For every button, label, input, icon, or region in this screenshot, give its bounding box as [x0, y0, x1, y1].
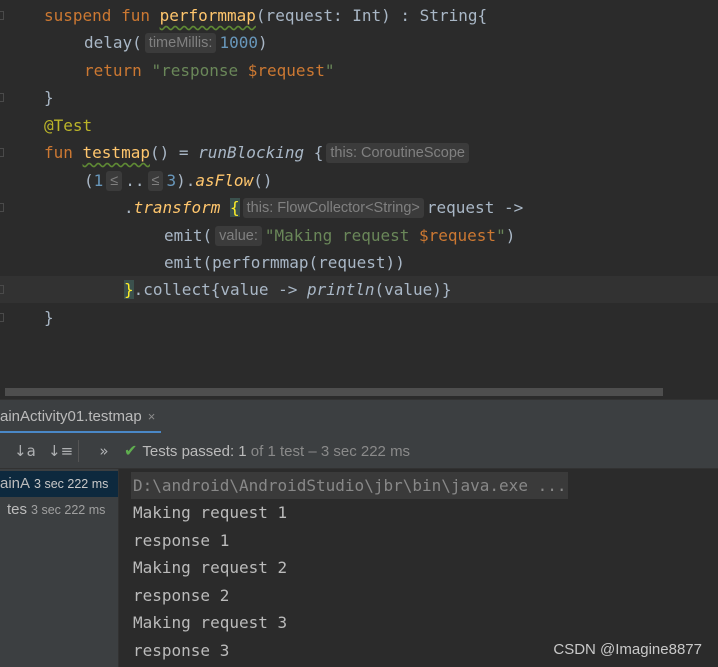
code-line-11-current: }.collect{value -> println(value)} [0, 276, 718, 303]
console-line: Making request 3 [133, 613, 288, 632]
code-line-3: return "response $request" [0, 57, 718, 84]
sort-by-duration-icon[interactable]: ↓≡ [48, 441, 73, 461]
code-text: } [44, 308, 54, 327]
tab-testmap[interactable]: ainActivity01.testmap × [0, 400, 162, 434]
code-line-7: (1 ≤.. ≤3).asFlow() [0, 167, 718, 194]
console-line: Making request 1 [133, 503, 288, 522]
test-duration: 3 sec 222 ms [31, 503, 106, 517]
code-text: . [124, 198, 134, 217]
keyword: suspend fun [44, 6, 160, 25]
code-text: ). [176, 171, 196, 190]
code-line-1: suspend fun performmap(request: Int) : S… [0, 2, 718, 29]
code-line-2: delay(timeMillis: 1000) [0, 29, 718, 56]
range-hint: ≤ [147, 171, 164, 191]
code-text: request -> [426, 198, 524, 217]
fold-marker[interactable] [0, 203, 4, 212]
code-text: .. [125, 171, 145, 190]
fold-marker[interactable] [0, 148, 4, 157]
function-call: transform [133, 198, 221, 217]
code-text: .collect{value -> [133, 280, 308, 299]
test-tree-item-class[interactable]: ainA 3 sec 222 ms [0, 471, 118, 497]
code-editor[interactable]: suspend fun performmap(request: Int) : S… [0, 0, 718, 385]
param-hint: timeMillis: [144, 33, 217, 53]
close-icon[interactable]: × [148, 409, 156, 424]
console-line: response 1 [133, 531, 230, 550]
run-panel: ainActivity01.testmap × ↓a ↓≡ » ✔ Tests pa… [0, 399, 718, 667]
console-line: response 2 [133, 586, 230, 605]
range-hint: ≤ [106, 171, 123, 191]
matched-brace: } [124, 280, 134, 299]
fold-marker[interactable] [0, 285, 4, 294]
expand-more-icon[interactable]: » [94, 441, 114, 461]
code-text: emit( [164, 226, 213, 245]
receiver-hint: this: FlowCollector<String> [242, 198, 424, 218]
function-name: performmap [159, 6, 256, 25]
code-text: delay( [84, 33, 142, 52]
annotation: @Test [44, 116, 93, 135]
horizontal-scrollbar[interactable] [0, 385, 718, 399]
string-literal: "response [151, 61, 248, 80]
check-icon: ✔ [124, 441, 138, 460]
fold-marker[interactable] [0, 11, 4, 20]
console-line: response 3 [133, 641, 230, 660]
sort-alphabetically-icon[interactable]: ↓a [14, 441, 36, 461]
code-line-9: emit(value: "Making request $request") [0, 222, 718, 249]
string-literal: " [324, 61, 335, 80]
code-text: ( [84, 171, 94, 190]
param-hint: value: [215, 226, 262, 246]
function-name: testmap [82, 143, 150, 162]
status-passed-label: Tests passed: [142, 443, 239, 460]
test-name: tes [7, 501, 28, 518]
code-text: () [253, 171, 273, 190]
number-literal: 1 [93, 171, 104, 190]
receiver-hint: this: CoroutineScope [326, 143, 469, 163]
template-var: $request [247, 61, 325, 80]
code-text: } [44, 88, 54, 107]
keyword: return [84, 61, 152, 80]
code-text: ) [257, 33, 268, 52]
fold-marker[interactable] [0, 313, 4, 322]
test-tree[interactable]: ainA 3 sec 222 ms tes 3 sec 222 ms [0, 469, 118, 667]
test-tree-item-method[interactable]: tes 3 sec 222 ms [0, 497, 125, 523]
code-text: { [304, 143, 324, 162]
code-line-8: .transform {this: FlowCollector<String> r… [0, 194, 718, 221]
console-output[interactable]: D:\android\AndroidStudio\jbr\bin\java.ex… [118, 469, 718, 667]
function-call: println [307, 280, 375, 299]
scrollbar-thumb[interactable] [5, 388, 663, 396]
run-tab-bar: ainActivity01.testmap × [0, 399, 718, 434]
string-literal: "Making request [264, 226, 419, 245]
function-call: runBlocking [198, 143, 305, 162]
test-status: ✔ Tests passed: 1 of 1 test – 3 sec 222 m… [124, 433, 410, 469]
test-toolbar: ↓a ↓≡ » ✔ Tests passed: 1 of 1 test – 3 s… [0, 433, 718, 469]
number-literal: 1000 [219, 33, 258, 52]
test-duration: 3 sec 222 ms [34, 477, 109, 491]
code-line-12: } [0, 304, 718, 331]
keyword: fun [44, 143, 83, 162]
code-text: (value)} [374, 280, 452, 299]
number-literal: 3 [166, 171, 177, 190]
function-call: asFlow [195, 171, 254, 190]
code-line-10: emit(performmap(request)) [0, 249, 718, 276]
template-var: $request [419, 226, 497, 245]
code-text: ) [505, 226, 516, 245]
tab-label: ainActivity01.testmap [0, 408, 142, 425]
status-passed-count: 1 [238, 443, 247, 460]
code-line-5: @Test [0, 112, 718, 139]
status-summary: of 1 test – 3 sec 222 ms [246, 443, 411, 460]
code-text: (request: Int) : String{ [255, 6, 488, 25]
code-line-6: fun testmap() = runBlocking {this: Corou… [0, 139, 718, 166]
code-text: () = [149, 143, 199, 162]
matched-brace: { [229, 198, 240, 217]
console-line: Making request 2 [133, 558, 288, 577]
console-command-line[interactable]: D:\android\AndroidStudio\jbr\bin\java.ex… [131, 472, 569, 499]
fold-marker[interactable] [0, 93, 4, 102]
code-text: emit(performmap(request)) [164, 253, 405, 272]
watermark: CSDN @Imagine8877 [553, 641, 702, 658]
test-name: ainA [0, 475, 31, 492]
code-line-4: } [0, 84, 718, 111]
toolbar-divider [78, 440, 79, 462]
string-literal: " [496, 226, 506, 245]
